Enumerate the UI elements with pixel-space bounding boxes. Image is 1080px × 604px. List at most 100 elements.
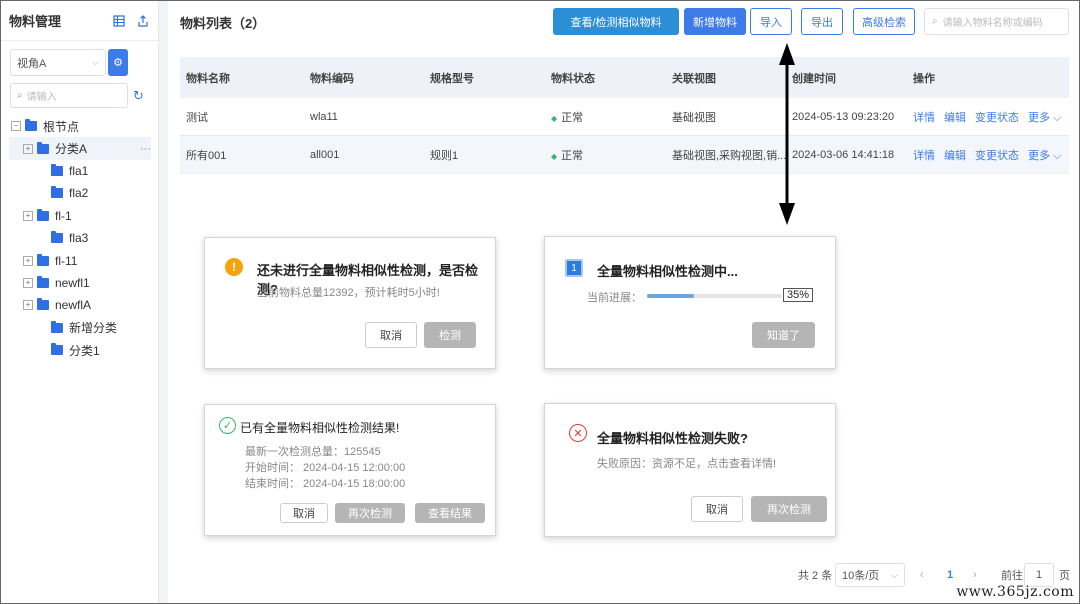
more-label: 更多	[1028, 111, 1050, 124]
tree-node-label: newflA	[55, 298, 92, 313]
advanced-search-button[interactable]: 高级检索	[853, 8, 915, 35]
category-tree: − 根节点 + 分类A ··· fla1 fla2 + fl-1 fla3 + fl-11 + newfl…	[9, 115, 151, 361]
actions-cell: 详情 编辑 变更状态 更多 ⌵	[907, 109, 1069, 125]
view-select-value: 视角A	[17, 57, 47, 70]
export-icon[interactable]	[136, 14, 150, 28]
error-icon: ✕	[569, 424, 587, 442]
more-dropdown[interactable]: 更多 ⌵	[1028, 150, 1061, 162]
view-result-button[interactable]: 查看结果	[415, 503, 485, 523]
chevron-down-icon: ⌵	[891, 569, 898, 580]
search-icon: ⌕	[17, 90, 23, 101]
tree-search-input[interactable]: ⌕ 请输入	[10, 83, 128, 108]
progress-bar	[647, 294, 782, 298]
table-row[interactable]: 所有001 all001 规则1 ◆ 正常 基础视图,采购视图,销... 2024-03-0…	[180, 136, 1069, 174]
view-select[interactable]: 视角A ⌵	[10, 49, 106, 76]
progress-label: 当前进展：	[587, 292, 642, 304]
expand-icon[interactable]: +	[23, 277, 33, 288]
views-cell: 基础视图	[672, 111, 716, 124]
tree-node[interactable]: fla3	[9, 227, 151, 249]
tree-node[interactable]: − 根节点	[9, 115, 151, 137]
more-dropdown[interactable]: 更多 ⌵	[1028, 112, 1061, 124]
status-text: 正常	[561, 111, 584, 124]
tree-node[interactable]: + 分类A ···	[9, 137, 151, 160]
progress-percent: 35%	[783, 288, 814, 302]
tree-node[interactable]: + fl-1	[9, 205, 151, 227]
code-cell: all001	[310, 148, 340, 161]
more-options-icon[interactable]: ···	[140, 143, 151, 155]
detect-button[interactable]: 检测	[424, 322, 476, 348]
view-detect-similar-button[interactable]: 查看/检测相似物料	[553, 8, 679, 35]
created-cell: 2024-05-13 09:23:20	[792, 110, 895, 123]
folder-icon	[51, 343, 63, 356]
result-end-time: 结束时间： 2024-04-15 18:00:00	[245, 478, 406, 490]
import-button[interactable]: 导入	[750, 8, 792, 35]
tree-node[interactable]: + newflA	[9, 294, 151, 316]
tree-node-label: newfl1	[55, 275, 90, 290]
expand-icon[interactable]: +	[23, 300, 33, 311]
refresh-icon[interactable]: ↻	[133, 88, 144, 104]
tree-search-placeholder: 请输入	[26, 92, 57, 103]
change-status-link[interactable]: 变更状态	[975, 112, 1019, 124]
tree-node[interactable]: 分类1	[9, 339, 151, 361]
tree-node[interactable]: + newfl1	[9, 272, 151, 294]
check-circle-icon: ✓	[219, 417, 236, 434]
tree-node[interactable]: fla2	[9, 182, 151, 204]
tree-node-label: fl-1	[55, 208, 72, 223]
material-search-input[interactable]: ⌕ 请输入物料名称或编码	[924, 8, 1069, 35]
progress-dialog-title: 全量物料相似性检测中...	[597, 264, 738, 279]
page-size-select[interactable]: 10条/页 ⌵	[835, 563, 905, 587]
page-1[interactable]: 1	[947, 563, 953, 587]
status-dot-icon: ◆	[551, 113, 558, 123]
redetect-button[interactable]: 再次检测	[751, 496, 827, 522]
grid-icon[interactable]	[112, 14, 126, 28]
header-spec: 规格型号	[430, 72, 474, 85]
edit-link[interactable]: 编辑	[944, 150, 966, 162]
table-row[interactable]: 测试 wla11 ◆ 正常 基础视图 2024-05-13 09:23:20 详情 编辑 变更状…	[180, 98, 1069, 136]
name-cell: 测试	[186, 111, 208, 124]
table-body: 测试 wla11 ◆ 正常 基础视图 2024-05-13 09:23:20 详情 编辑 变更状…	[180, 98, 1069, 174]
expand-icon[interactable]: +	[23, 143, 33, 154]
spec-cell: 规则1	[430, 149, 459, 162]
tree-node-label: fl-11	[55, 253, 78, 268]
header-status: 物料状态	[551, 72, 595, 85]
expand-icon[interactable]: +	[23, 210, 33, 221]
material-search-placeholder: 请输入物料名称或编码	[942, 18, 1043, 29]
export-button[interactable]: 导出	[801, 8, 843, 35]
expand-icon[interactable]: +	[23, 255, 33, 266]
tree-node[interactable]: + fl-11	[9, 249, 151, 271]
add-material-button[interactable]: 新增物料	[684, 8, 746, 35]
folder-icon	[51, 186, 63, 199]
material-table: 物料名称 物料编码 规格型号 物料状态 关联视图 创建时间 操作 测试 wla11…	[180, 57, 1069, 174]
header-code: 物料编码	[310, 72, 354, 85]
collapse-icon[interactable]: −	[11, 121, 21, 132]
cancel-button[interactable]: 取消	[691, 496, 743, 522]
cancel-button[interactable]: 取消	[365, 322, 417, 348]
settings-icon: ⚙	[113, 57, 123, 69]
tree-node[interactable]: fla1	[9, 160, 151, 182]
detail-link[interactable]: 详情	[913, 150, 935, 162]
got-it-button[interactable]: 知道了	[752, 322, 815, 348]
folder-icon	[37, 253, 49, 266]
view-settings-button[interactable]: ⚙	[108, 49, 128, 76]
redetect-button[interactable]: 再次检测	[335, 503, 405, 523]
cancel-button[interactable]: 取消	[280, 503, 328, 523]
edit-link[interactable]: 编辑	[944, 112, 966, 124]
tree-node-label: 分类1	[69, 343, 100, 358]
confirm-detect-dialog: ! 还未进行全量物料相似性检测，是否检测? 当前物料总量12392，预计耗时5小…	[204, 237, 496, 369]
tree-node[interactable]: 新增分类	[9, 317, 151, 339]
header-actions: 操作	[913, 72, 935, 85]
prev-page-button[interactable]: ‹	[920, 563, 924, 587]
tree-node-label: fla1	[69, 163, 89, 178]
result-total: 最新一次检测总量：125545	[245, 446, 381, 458]
result-dialog-title: 已有全量物料相似性检测结果!	[240, 421, 400, 435]
tree-node-label: 根节点	[43, 119, 80, 134]
chevron-down-icon: ⌵	[92, 57, 99, 67]
search-icon: ⌕	[932, 16, 938, 27]
detail-link[interactable]: 详情	[913, 112, 935, 124]
folder-icon	[51, 163, 63, 176]
change-status-link[interactable]: 变更状态	[975, 150, 1019, 162]
